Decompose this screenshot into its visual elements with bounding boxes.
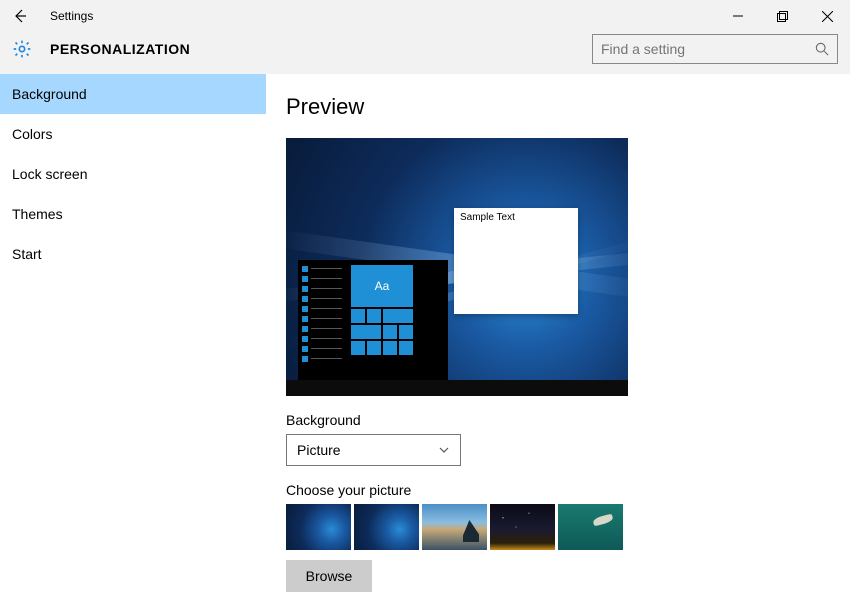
preview-sample-window: Sample Text bbox=[454, 208, 578, 314]
preview-sample-text: Sample Text bbox=[454, 208, 578, 227]
sidebar-item-label: Start bbox=[12, 246, 42, 262]
back-arrow-icon bbox=[12, 8, 28, 24]
search-box[interactable] bbox=[592, 34, 838, 64]
picture-thumbnails bbox=[286, 504, 850, 550]
main-content: Preview Sample Text bbox=[266, 74, 850, 600]
title-bar: Settings bbox=[0, 0, 850, 32]
choose-picture-label: Choose your picture bbox=[286, 482, 850, 498]
picture-thumb-1[interactable] bbox=[286, 504, 351, 550]
sidebar-item-label: Lock screen bbox=[12, 166, 87, 182]
header: PERSONALIZATION bbox=[0, 32, 850, 74]
dropdown-value: Picture bbox=[297, 442, 341, 458]
sidebar-item-background[interactable]: Background bbox=[0, 74, 266, 114]
desktop-preview: Sample Text Aa bbox=[286, 138, 628, 396]
app-title: Settings bbox=[50, 9, 715, 23]
settings-gear-icon bbox=[10, 37, 34, 61]
browse-button[interactable]: Browse bbox=[286, 560, 372, 592]
sidebar-item-label: Colors bbox=[12, 126, 52, 142]
preview-tile-text: Aa bbox=[351, 265, 413, 307]
back-button[interactable] bbox=[0, 0, 40, 32]
picture-thumb-5[interactable] bbox=[558, 504, 623, 550]
sidebar-item-label: Themes bbox=[12, 206, 63, 222]
minimize-icon bbox=[733, 11, 743, 21]
chevron-down-icon bbox=[438, 444, 450, 456]
sidebar-item-themes[interactable]: Themes bbox=[0, 194, 266, 234]
background-label: Background bbox=[286, 412, 850, 428]
preview-taskbar bbox=[286, 380, 628, 396]
background-dropdown[interactable]: Picture bbox=[286, 434, 461, 466]
minimize-button[interactable] bbox=[715, 0, 760, 32]
picture-thumb-4[interactable] bbox=[490, 504, 555, 550]
search-icon bbox=[815, 42, 829, 56]
sidebar: Background Colors Lock screen Themes Sta… bbox=[0, 74, 266, 600]
page-title: PERSONALIZATION bbox=[50, 41, 592, 57]
maximize-button[interactable] bbox=[760, 0, 805, 32]
sidebar-item-label: Background bbox=[12, 86, 87, 102]
sidebar-item-colors[interactable]: Colors bbox=[0, 114, 266, 154]
close-icon bbox=[822, 11, 833, 22]
sidebar-item-lockscreen[interactable]: Lock screen bbox=[0, 154, 266, 194]
maximize-icon bbox=[777, 11, 788, 22]
sidebar-item-start[interactable]: Start bbox=[0, 234, 266, 274]
picture-thumb-3[interactable] bbox=[422, 504, 487, 550]
preview-heading: Preview bbox=[286, 94, 850, 120]
search-input[interactable] bbox=[601, 41, 815, 57]
close-button[interactable] bbox=[805, 0, 850, 32]
preview-start-menu: Aa bbox=[298, 260, 448, 380]
picture-thumb-2[interactable] bbox=[354, 504, 419, 550]
window-controls bbox=[715, 0, 850, 32]
